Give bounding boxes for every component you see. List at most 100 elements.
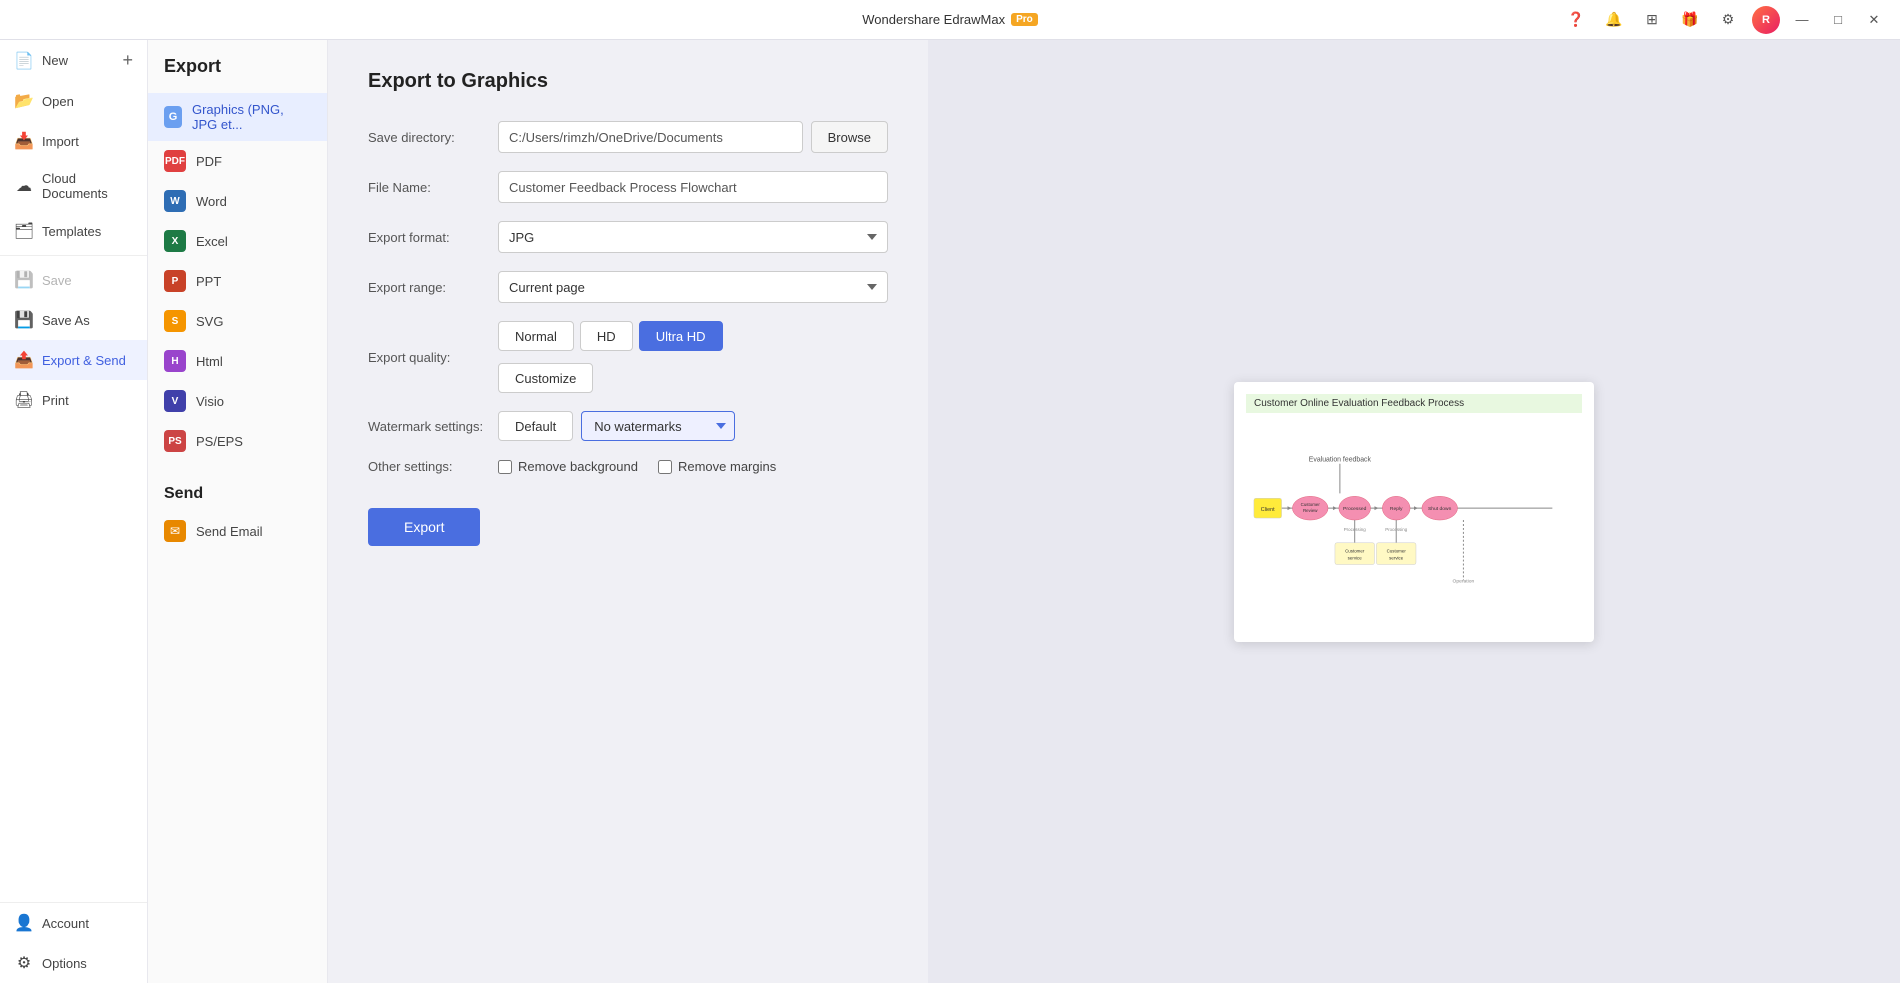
- quality-hd-button[interactable]: HD: [580, 321, 633, 351]
- sidebar-item-save[interactable]: 💾 Save: [0, 260, 147, 300]
- svg-text:Reply: Reply: [1390, 506, 1403, 512]
- watermark-controls: Default No watermarks Custom watermark: [498, 411, 888, 441]
- pdf-label: PDF: [196, 154, 222, 169]
- watermark-select[interactable]: No watermarks Custom watermark: [581, 411, 735, 441]
- remove-margins-checkbox[interactable]: Remove margins: [658, 459, 776, 474]
- preview-card: Customer Online Evaluation Feedback Proc…: [1234, 382, 1594, 642]
- titlebar: Wondershare EdrawMax Pro ❓ 🔔 ⊞ 🎁 ⚙ R — □…: [0, 0, 1900, 40]
- svg-text:Processed: Processed: [1343, 506, 1367, 512]
- close-button[interactable]: ✕: [1860, 6, 1888, 34]
- svg-text:Customer: Customer: [1301, 502, 1321, 507]
- other-settings-controls: Remove background Remove margins: [498, 459, 888, 474]
- svg-text:Processing: Processing: [1344, 526, 1366, 531]
- file-name-input[interactable]: [498, 171, 888, 203]
- svg-text:service: service: [1348, 555, 1363, 560]
- sidebar-item-export[interactable]: 📤 Export & Send: [0, 340, 147, 380]
- quality-ultra-hd-button[interactable]: Ultra HD: [639, 321, 723, 351]
- export-button[interactable]: Export: [368, 508, 480, 546]
- export-item-svg[interactable]: S SVG: [148, 301, 327, 341]
- word-label: Word: [196, 194, 227, 209]
- export-item-pseps[interactable]: PS PS/EPS: [148, 421, 327, 461]
- new-icon: 📄: [14, 51, 34, 71]
- sidebar-item-templates[interactable]: 🗂 Templates: [0, 211, 147, 251]
- browse-button[interactable]: Browse: [811, 121, 888, 153]
- email-label: Send Email: [196, 524, 262, 539]
- other-settings-row: Other settings: Remove background Remove…: [368, 459, 888, 474]
- export-item-word[interactable]: W Word: [148, 181, 327, 221]
- remove-margins-input[interactable]: [658, 460, 672, 474]
- html-icon: H: [164, 350, 186, 372]
- gift-icon[interactable]: 🎁: [1676, 6, 1704, 34]
- export-panel-title: Export: [148, 56, 327, 93]
- svg-text:Review: Review: [1303, 508, 1318, 513]
- watermark-label: Watermark settings:: [368, 419, 498, 434]
- sidebar-item-print[interactable]: 🖨 Print: [0, 380, 147, 420]
- nav-cloud-label: Cloud Documents: [42, 171, 133, 201]
- save-directory-row: Save directory: Browse: [368, 121, 888, 153]
- excel-icon: X: [164, 230, 186, 252]
- settings-icon[interactable]: ⚙: [1714, 6, 1742, 34]
- svg-text:Customer: Customer: [1387, 548, 1407, 553]
- pseps-icon: PS: [164, 430, 186, 452]
- svg-text:service: service: [1389, 555, 1404, 560]
- nav-bottom: 👤 Account ⚙ Options: [0, 902, 147, 983]
- export-form-title: Export to Graphics: [368, 70, 888, 93]
- nav-import-label: Import: [42, 134, 79, 149]
- pro-badge: Pro: [1011, 13, 1038, 26]
- apps-icon[interactable]: ⊞: [1638, 6, 1666, 34]
- export-item-pdf[interactable]: PDF PDF: [148, 141, 327, 181]
- export-item-excel[interactable]: X Excel: [148, 221, 327, 261]
- other-settings-label: Other settings:: [368, 459, 498, 474]
- sidebar-item-import[interactable]: 📥 Import: [0, 121, 147, 161]
- sidebar-item-open[interactable]: 📂 Open: [0, 81, 147, 121]
- maximize-button[interactable]: □: [1824, 6, 1852, 34]
- export-item-ppt[interactable]: P PPT: [148, 261, 327, 301]
- customize-button[interactable]: Customize: [498, 363, 593, 393]
- word-icon: W: [164, 190, 186, 212]
- svg-text:Client: Client: [1261, 507, 1275, 513]
- bell-icon[interactable]: 🔔: [1600, 6, 1628, 34]
- file-name-label: File Name:: [368, 180, 498, 195]
- window-controls: — □ ✕: [1788, 0, 1888, 39]
- remove-background-label: Remove background: [518, 459, 638, 474]
- remove-background-checkbox[interactable]: Remove background: [498, 459, 638, 474]
- pdf-icon: PDF: [164, 150, 186, 172]
- sidebar-item-save-as[interactable]: 💾 Save As: [0, 300, 147, 340]
- quality-normal-button[interactable]: Normal: [498, 321, 574, 351]
- excel-label: Excel: [196, 234, 228, 249]
- send-item-email[interactable]: ✉ Send Email: [148, 511, 327, 551]
- save-directory-controls: Browse: [498, 121, 888, 153]
- export-item-graphics[interactable]: G Graphics (PNG, JPG et...: [148, 93, 327, 141]
- export-quality-controls: Normal HD Ultra HD Customize: [498, 321, 888, 393]
- ppt-icon: P: [164, 270, 186, 292]
- sidebar-item-options[interactable]: ⚙ Options: [0, 943, 147, 983]
- sidebar-item-cloud[interactable]: ☁ Cloud Documents: [0, 161, 147, 211]
- pseps-label: PS/EPS: [196, 434, 243, 449]
- html-label: Html: [196, 354, 223, 369]
- graphics-icon: G: [164, 106, 182, 128]
- nav-account-label: Account: [42, 916, 89, 931]
- nav-export-label: Export & Send: [42, 353, 126, 368]
- sidebar-item-account[interactable]: 👤 Account: [0, 903, 147, 943]
- nav-save-as-label: Save As: [42, 313, 90, 328]
- watermark-default-button[interactable]: Default: [498, 411, 573, 441]
- content-body: Export to Graphics Save directory: Brows…: [328, 40, 1900, 983]
- export-range-select[interactable]: Current page All pages Selected objects: [498, 271, 888, 303]
- avatar[interactable]: R: [1752, 6, 1780, 34]
- save-directory-input[interactable]: [498, 121, 803, 153]
- nav-options-label: Options: [42, 956, 87, 971]
- email-icon: ✉: [164, 520, 186, 542]
- remove-background-input[interactable]: [498, 460, 512, 474]
- sidebar-item-new[interactable]: 📄 New +: [0, 40, 147, 81]
- export-format-select[interactable]: JPG PNG BMP GIF TIFF: [498, 221, 888, 253]
- export-range-row: Export range: Current page All pages Sel…: [368, 271, 888, 303]
- export-item-visio[interactable]: V Visio: [148, 381, 327, 421]
- export-item-html[interactable]: H Html: [148, 341, 327, 381]
- svg-text:Customer: Customer: [1345, 548, 1365, 553]
- minimize-button[interactable]: —: [1788, 6, 1816, 34]
- file-name-controls: [498, 171, 888, 203]
- middle-panel: Export G Graphics (PNG, JPG et... PDF PD…: [148, 40, 328, 983]
- help-icon[interactable]: ❓: [1562, 6, 1590, 34]
- open-icon: 📂: [14, 91, 34, 111]
- plus-icon[interactable]: +: [122, 50, 133, 71]
